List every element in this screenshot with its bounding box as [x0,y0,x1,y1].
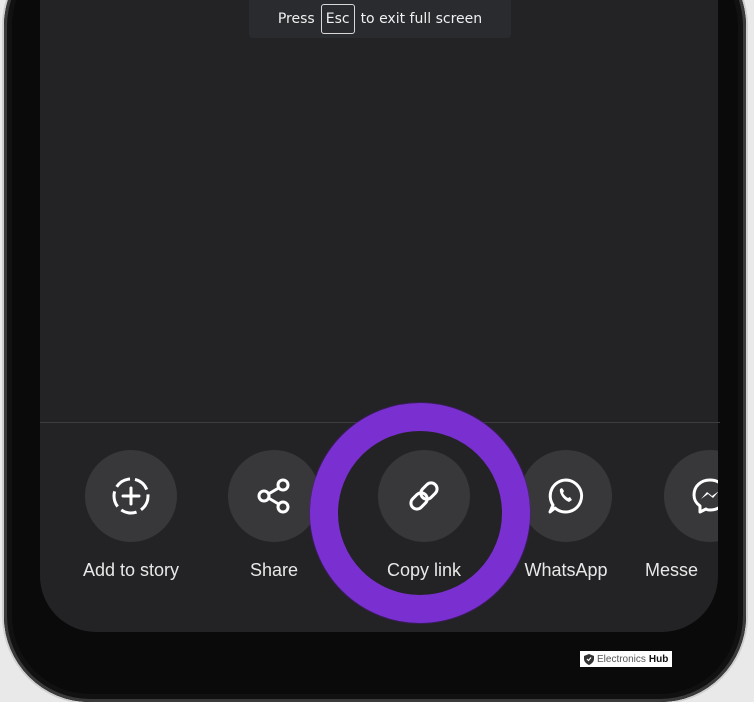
highlight-ring [310,403,530,623]
banner-suffix: to exit full screen [360,11,483,27]
messenger-icon [692,478,718,514]
watermark-brand: Electronics [597,653,646,665]
share-item-messenger[interactable]: Messe [635,450,718,581]
electronics-hub-watermark: Electronics Hub [580,651,673,667]
esc-key: Esc [320,4,355,34]
banner-prefix: Press [277,11,315,27]
share-item-label: Messe [645,560,699,580]
shield-logo-icon [584,653,594,665]
fullscreen-banner: Press Esc to exit full screen [249,0,511,38]
watermark-brand-bold: Hub [648,653,669,665]
share-item-circle[interactable] [664,450,718,542]
